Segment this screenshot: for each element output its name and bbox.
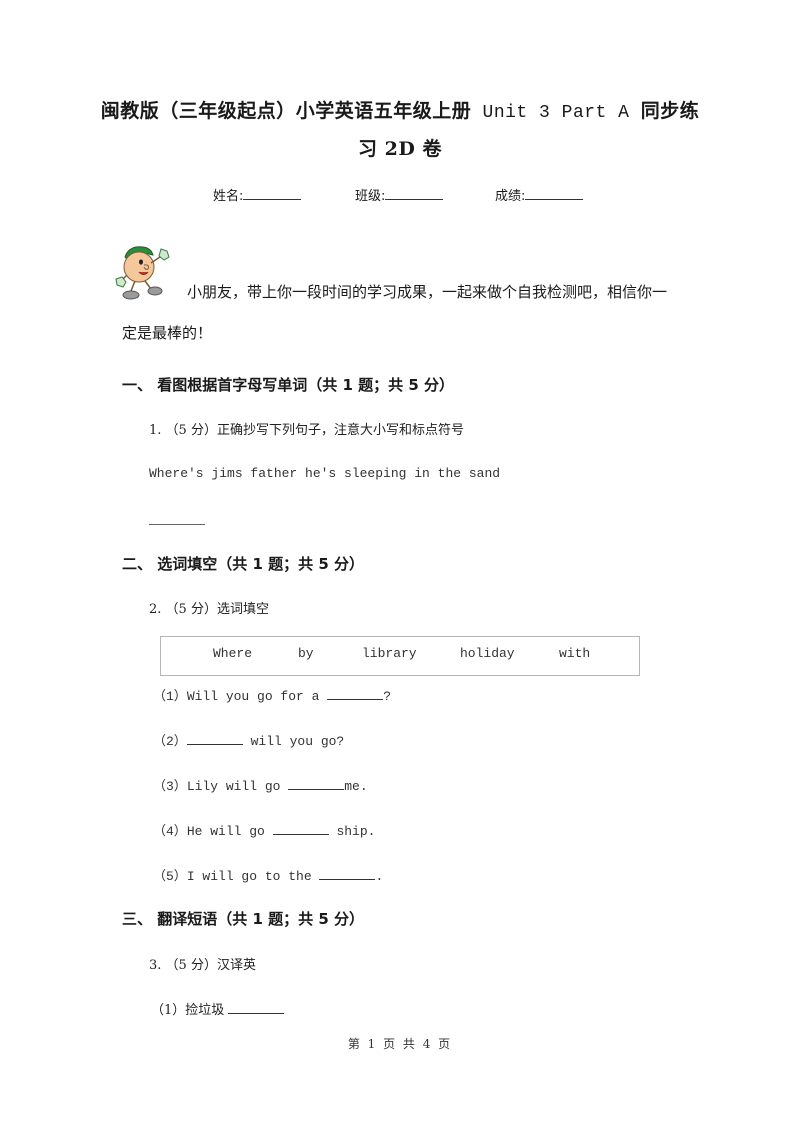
title-cn-part2: 同步练 [640,100,700,122]
item-text-before: I will go to the [186,869,320,884]
class-label: 班级: [355,189,386,204]
name-blank[interactable] [243,199,302,200]
document-title-line2: 习 2D 卷 [358,138,442,160]
question-1-answer-blank[interactable] [149,524,205,525]
item-text-before: Will you go for a [186,689,328,704]
question-prompt: 汉译英 [216,958,256,973]
item-text-after: me. [344,779,368,794]
word-bank-box: Where by library holiday with [160,636,640,676]
translate-blank[interactable] [228,1013,285,1014]
name-field[interactable]: 姓名: [213,185,302,204]
page-footer: 第 1 页 共 4 页 [347,1037,453,1051]
fill-blank[interactable] [327,699,384,700]
item-text-after: will you go? [242,734,345,749]
section-heading-3: 三、 翻译短语（共 1 题；共 5 分） [122,910,364,928]
item-text-after: ship. [328,824,376,839]
question-prompt: 选词填空 [216,602,269,617]
item-label: （5） [153,869,187,884]
fill-blank[interactable] [186,744,243,745]
question-number: 1. [149,423,162,438]
item-label: （3） [153,779,187,794]
score-label: 成绩: [495,189,526,204]
item-text: 捡垃圾 [185,1003,229,1018]
title-en-part: Unit 3 Part A [482,103,630,123]
title-cn-part: 闽教版（三年级起点）小学英语五年级上册 [100,100,472,122]
question-2-stem: 2. （5 分）选词填空 [149,598,269,617]
intro-line2: 定是最棒的！ [122,324,213,342]
question-prompt: 正确抄写下列句子，注意大小写和标点符号 [216,423,464,438]
class-blank[interactable] [385,199,444,200]
section-heading-2: 二、 选词填空（共 1 题；共 5 分） [122,555,364,573]
question-1-stem: 1. （5 分）正确抄写下列句子，注意大小写和标点符号 [149,419,464,438]
fill-blank[interactable] [272,834,329,835]
fill-item-3: （3）Lily will go me. [153,775,368,794]
item-text-before: He will go [186,824,273,839]
item-text-before: Lily will go [186,779,289,794]
fill-item-1: （1）Will you go for a ? [153,685,391,704]
name-label: 姓名: [213,189,244,204]
score-blank[interactable] [525,199,584,200]
fill-item-2: （2） will you go? [153,730,344,749]
class-field[interactable]: 班级: [355,185,444,204]
question-number: 3. [149,958,162,973]
question-points: （5 分） [165,602,217,617]
item-label: （1） [153,689,187,704]
mascot-icon [115,243,179,303]
section-heading-1: 一、 看图根据首字母写单词（共 1 题；共 5 分） [122,376,454,394]
fill-item-4: （4）He will go ship. [153,820,375,839]
item-text-after: ? [383,689,392,704]
word-bank-item: Where [213,646,253,661]
document-title-line1: 闽教版（三年级起点）小学英语五年级上册 Unit 3 Part A 同步练 [0,96,800,123]
item-label: （2） [153,734,187,749]
word-bank-item: library [362,646,417,661]
question-points: （5 分） [165,958,217,973]
intro-line1: 小朋友，带上你一段时间的学习成果，一起来做个自我检测吧，相信你一 [187,283,668,301]
word-bank-item: with [559,646,591,661]
fill-blank[interactable] [319,879,376,880]
question-points: （5 分） [165,423,217,438]
word-bank-item: by [298,646,314,661]
question-1-sentence: Where's jims father he's sleeping in the… [149,466,501,481]
fill-item-5: （5）I will go to the . [153,865,383,884]
fill-blank[interactable] [288,789,345,790]
question-number: 2. [149,602,162,617]
question-3-stem: 3. （5 分）汉译英 [149,954,256,973]
word-bank-item: holiday [460,646,515,661]
item-label: （1） [151,1003,186,1018]
item-text-after: . [375,869,384,884]
score-field[interactable]: 成绩: [495,185,584,204]
translate-item-1: （1）捡垃圾 [151,999,285,1018]
item-label: （4） [153,824,187,839]
